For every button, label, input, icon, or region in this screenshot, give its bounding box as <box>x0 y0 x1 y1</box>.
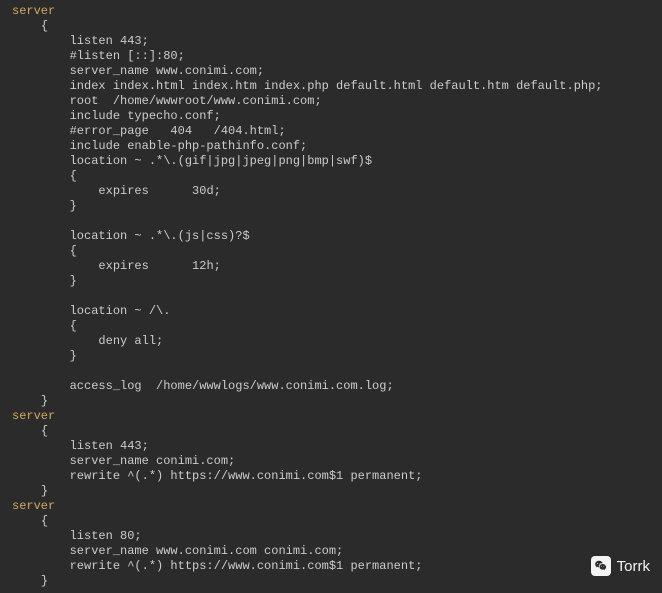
code-line: { <box>0 514 662 529</box>
code-line: server <box>0 499 662 514</box>
code-line: } <box>0 349 662 364</box>
code-line: } <box>0 574 662 589</box>
watermark: Torrk <box>591 556 650 576</box>
code-block: server { listen 443; #listen [::]:80; se… <box>0 0 662 593</box>
code-line: listen 443; <box>0 34 662 49</box>
code-line: } <box>0 199 662 214</box>
code-line: { <box>0 319 662 334</box>
code-line: root /home/wwwroot/www.conimi.com; <box>0 94 662 109</box>
watermark-label: Torrk <box>617 558 650 575</box>
code-line: access_log /home/wwwlogs/www.conimi.com.… <box>0 379 662 394</box>
code-line: server_name www.conimi.com; <box>0 64 662 79</box>
code-line <box>0 214 662 229</box>
code-line: listen 80; <box>0 529 662 544</box>
code-line: server_name www.conimi.com conimi.com; <box>0 544 662 559</box>
code-line: expires 30d; <box>0 184 662 199</box>
code-line: listen 443; <box>0 439 662 454</box>
code-line <box>0 364 662 379</box>
code-line: } <box>0 274 662 289</box>
code-line: index index.html index.htm index.php def… <box>0 79 662 94</box>
code-line: rewrite ^(.*) https://www.conimi.com$1 p… <box>0 469 662 484</box>
code-line: location ~ .*\.(gif|jpg|jpeg|png|bmp|swf… <box>0 154 662 169</box>
code-line: expires 12h; <box>0 259 662 274</box>
code-line: { <box>0 244 662 259</box>
code-line: location ~ /\. <box>0 304 662 319</box>
code-line: } <box>0 394 662 409</box>
code-line: #listen [::]:80; <box>0 49 662 64</box>
wechat-icon <box>591 556 611 576</box>
code-line: #error_page 404 /404.html; <box>0 124 662 139</box>
code-line: server_name conimi.com; <box>0 454 662 469</box>
code-line: { <box>0 19 662 34</box>
code-line: include enable-php-pathinfo.conf; <box>0 139 662 154</box>
code-line: { <box>0 424 662 439</box>
code-line: deny all; <box>0 334 662 349</box>
code-line: location ~ .*\.(js|css)?$ <box>0 229 662 244</box>
code-line: server <box>0 4 662 19</box>
code-line: include typecho.conf; <box>0 109 662 124</box>
code-line: { <box>0 169 662 184</box>
code-line: server <box>0 409 662 424</box>
code-line: } <box>0 484 662 499</box>
code-line <box>0 289 662 304</box>
code-line: rewrite ^(.*) https://www.conimi.com$1 p… <box>0 559 662 574</box>
